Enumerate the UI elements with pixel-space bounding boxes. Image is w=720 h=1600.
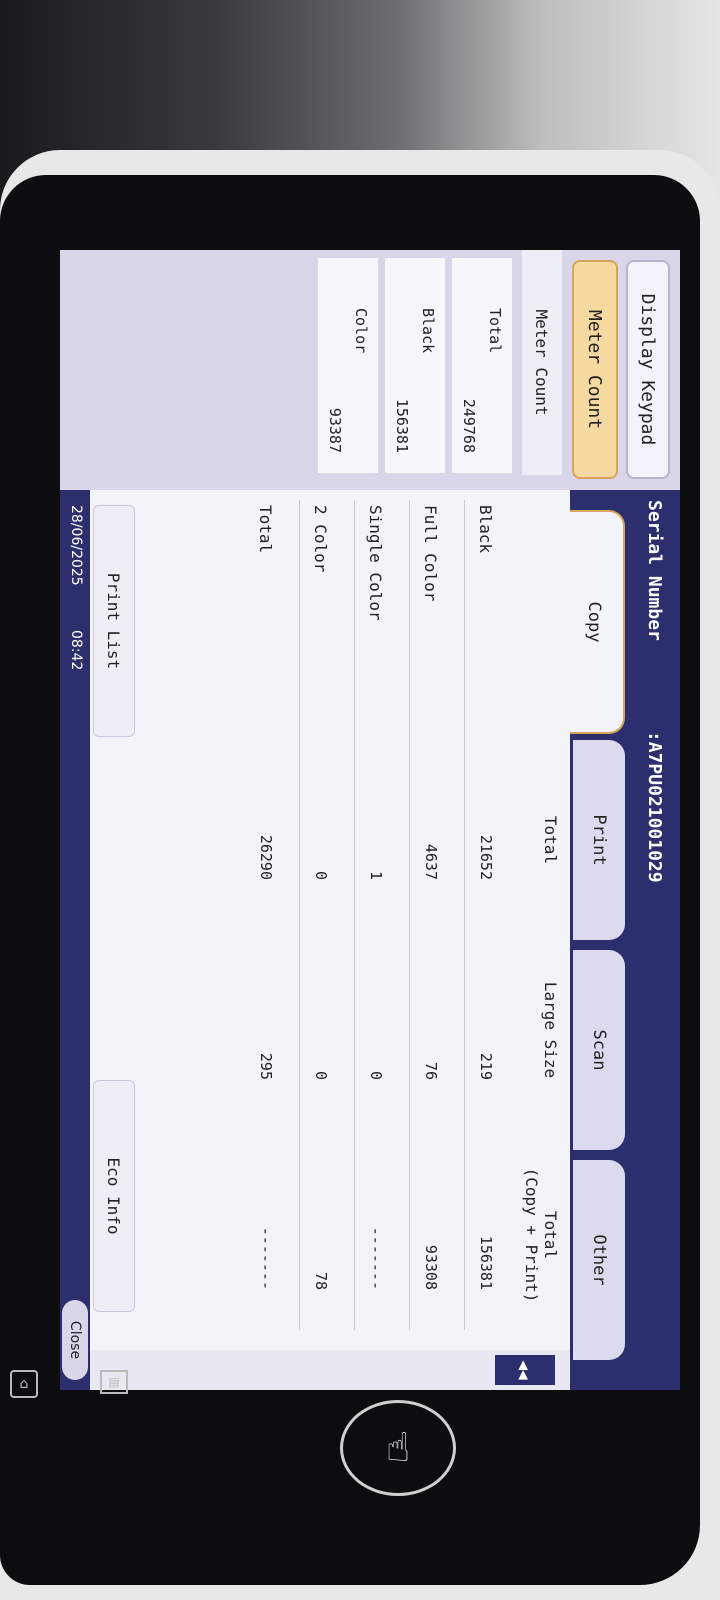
col-header-large-size: Large Size <box>541 981 560 1079</box>
cell-2-color-large: 0 <box>312 1070 330 1080</box>
cell-total-total: 26290 <box>257 834 275 880</box>
cell-single-color-copy-print: ------- <box>367 1226 385 1290</box>
tab-print[interactable]: Print <box>573 740 625 940</box>
cell-total-copy-print: ------- <box>257 1226 275 1290</box>
sidebar-black-label: Black <box>419 308 437 354</box>
touch-icon[interactable]: ☝ <box>340 1400 456 1496</box>
row-label-2-color: 2 Color <box>311 505 330 573</box>
tab-copy[interactable]: Copy <box>565 510 625 734</box>
row-label-full-color: Full Color <box>421 505 440 602</box>
touch-screen: Display Keypad Meter Count Meter Count T… <box>60 250 680 1390</box>
sidebar-color: Color 93387 <box>318 258 378 473</box>
cell-black-copy-print: 156381 <box>477 1235 495 1290</box>
sidebar-black: Black 156381 <box>385 258 445 473</box>
status-time: 08:42 <box>68 630 84 671</box>
sidebar-black-value: 156381 <box>393 398 411 453</box>
status-date: 28/06/2025 <box>68 505 84 586</box>
cell-2-color-copy-print: 78 <box>312 1271 330 1290</box>
cell-black-large: 219 <box>477 1052 495 1080</box>
cell-single-color-large: 0 <box>367 1070 385 1080</box>
cell-full-color-copy-print: 93308 <box>422 1244 440 1290</box>
cell-full-color-large: 76 <box>422 1061 440 1080</box>
row-divider <box>464 500 465 1330</box>
cell-full-color-total: 4637 <box>422 843 440 880</box>
row-divider <box>409 500 410 1330</box>
display-keypad-button[interactable]: Display Keypad <box>626 260 670 479</box>
col-header-total: Total <box>541 815 560 865</box>
eco-info-button[interactable]: Eco Info <box>93 1080 135 1312</box>
sidebar-total-label: Total <box>486 308 504 354</box>
sidebar-color-label: Color <box>352 308 370 354</box>
print-list-button[interactable]: Print List <box>93 505 135 737</box>
sidebar: Display Keypad Meter Count Meter Count T… <box>60 250 680 490</box>
row-divider <box>354 500 355 1330</box>
cell-single-color-total: 1 <box>367 870 385 880</box>
sidebar-total: Total 249768 <box>452 258 512 473</box>
cell-black-total: 21652 <box>477 834 495 880</box>
sidebar-total-value: 249768 <box>460 398 478 453</box>
home-icon[interactable]: ⌂ <box>10 1370 38 1398</box>
scroll-left-button[interactable]: ◀◀ <box>495 1355 555 1385</box>
meter-count-tab[interactable]: Meter Count <box>572 260 618 479</box>
row-label-black: Black <box>476 505 495 554</box>
row-label-total: Total <box>256 505 275 554</box>
tab-other[interactable]: Other <box>573 1160 625 1360</box>
cell-2-color-total: 0 <box>312 870 330 880</box>
tab-bar: Copy Print Scan Other <box>565 490 630 1390</box>
close-button[interactable]: Close <box>62 1300 88 1380</box>
panel-icon[interactable]: ▤ <box>100 1370 128 1394</box>
status-bar <box>60 490 90 1390</box>
col-header-total-copy-print: Total (Copy + Print) <box>522 1167 560 1303</box>
row-divider <box>299 500 300 1330</box>
row-label-single-color: Single Color <box>366 505 385 621</box>
serial-value: :A7PU021001029 <box>644 730 666 883</box>
meter-count-title: Meter Count <box>522 250 562 475</box>
cell-total-large: 295 <box>257 1052 275 1080</box>
sidebar-color-value: 93387 <box>326 407 344 453</box>
serial-label: Serial Number <box>644 500 666 641</box>
serial-header: Serial Number :A7PU021001029 <box>630 490 680 1390</box>
tab-scan[interactable]: Scan <box>573 950 625 1150</box>
